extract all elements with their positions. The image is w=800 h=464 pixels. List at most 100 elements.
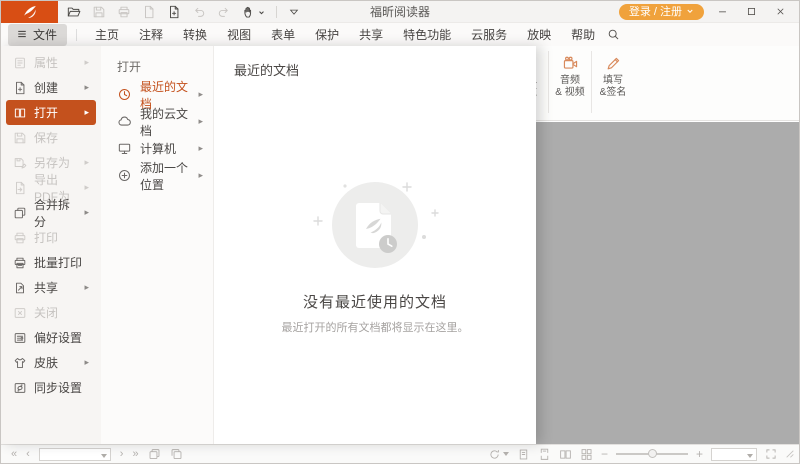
minimize-button[interactable] <box>711 3 733 21</box>
statusbar: « ‹ › » <box>1 444 799 463</box>
qat-divider <box>276 6 277 18</box>
file-menu-item-label: 共享 <box>34 279 58 296</box>
fullscreen-button[interactable] <box>765 448 777 460</box>
rotate-view-button[interactable] <box>488 448 509 461</box>
file-menu-item-label: 偏好设置 <box>34 329 82 346</box>
file-menu-item-batch-print[interactable]: 批量打印 <box>6 250 96 275</box>
menu-tab-8[interactable]: 特色功能 <box>393 23 461 46</box>
file-menu-overlay: 属性▸创建▸打开▸保存另存为▸导出PDF为▸合并拆分▸打印批量打印共享▸关闭偏好… <box>1 46 536 444</box>
hand-tool-button[interactable] <box>242 3 265 21</box>
menu-tab-2[interactable]: 注释 <box>129 23 173 46</box>
undo-button[interactable] <box>192 5 206 19</box>
open-panel-item-label: 添加一个位置 <box>140 159 190 193</box>
fullscreen-icon <box>765 448 777 460</box>
single-page-view-button[interactable] <box>517 448 530 461</box>
file-menu-item-preferences[interactable]: 偏好设置 <box>6 325 96 350</box>
open-panel-item-add-a-place[interactable]: 添加一个位置▸ <box>101 162 213 189</box>
maximize-button[interactable] <box>740 3 762 21</box>
close-button[interactable] <box>769 3 791 21</box>
minimize-icon <box>717 6 728 17</box>
audio-video-button[interactable]: 音频& 视频 <box>550 49 590 99</box>
menu-tab-7[interactable]: 共享 <box>349 23 393 46</box>
search-button[interactable] <box>607 28 620 41</box>
zoom-in-button[interactable]: + <box>696 448 703 460</box>
file-menu-item-label: 打开 <box>34 104 58 121</box>
page-number-combobox[interactable] <box>39 448 111 461</box>
empty-state: 没有最近使用的文档 最近打开的所有文档都将显示在这里。 <box>214 175 536 335</box>
computer-icon <box>117 141 132 156</box>
login-register-button[interactable]: 登录 / 注册 <box>619 4 704 20</box>
hamburger-icon <box>16 28 28 40</box>
menu-tab-3[interactable]: 转换 <box>173 23 217 46</box>
open-button[interactable] <box>67 5 81 19</box>
menubar-divider <box>76 29 77 41</box>
save-button[interactable] <box>92 5 106 19</box>
save-icon <box>13 131 27 145</box>
document-button[interactable] <box>142 5 156 19</box>
merge-split-icon <box>13 206 27 220</box>
file-menu-item-skin[interactable]: 皮肤▸ <box>6 350 96 375</box>
menu-tab-6[interactable]: 保护 <box>305 23 349 46</box>
submenu-arrow-icon: ▸ <box>198 170 203 181</box>
pencil-icon <box>605 55 622 72</box>
resize-grip[interactable] <box>785 449 795 459</box>
statusbar-page-nav: « ‹ › » <box>1 448 183 461</box>
continuous-view-button[interactable] <box>538 448 551 461</box>
previous-view-button[interactable] <box>148 448 161 461</box>
zoom-level-combobox[interactable] <box>711 448 757 461</box>
zoom-combobox-caret-icon[interactable] <box>747 454 753 458</box>
file-menu-item-share[interactable]: 共享▸ <box>6 275 96 300</box>
zoom-slider[interactable] <box>616 453 688 455</box>
zoom-slider-handle[interactable] <box>648 449 657 458</box>
last-page-button[interactable]: » <box>132 449 138 460</box>
page-number-input[interactable] <box>40 449 110 460</box>
next-page-button[interactable]: › <box>120 449 124 460</box>
print-button[interactable] <box>117 5 131 19</box>
printer-icon <box>117 5 131 19</box>
submenu-arrow-icon: ▸ <box>84 357 89 368</box>
empty-documents-illustration <box>300 175 450 287</box>
document-icon <box>142 5 156 19</box>
customize-quick-access-button[interactable] <box>288 6 300 18</box>
folder-open-icon <box>67 5 81 19</box>
zoom-out-button[interactable]: − <box>601 448 608 460</box>
open-panel-item-label: 计算机 <box>140 140 176 157</box>
open-panel-item-my-cloud-documents[interactable]: 我的云文档▸ <box>101 108 213 135</box>
audio-video-label: 音频& 视频 <box>555 75 584 99</box>
caret-down-icon <box>258 3 265 21</box>
page-combobox-caret-icon[interactable] <box>101 454 107 458</box>
menu-tab-5[interactable]: 表单 <box>261 23 305 46</box>
redo-button[interactable] <box>217 5 231 19</box>
save-icon <box>92 5 106 19</box>
create-page-button[interactable] <box>167 5 181 19</box>
fill-sign-button[interactable]: 填写&签名 <box>593 49 633 99</box>
menu-tab-4[interactable]: 视图 <box>217 23 261 46</box>
first-page-button[interactable]: « <box>11 449 17 460</box>
facing-view-button[interactable] <box>559 448 572 461</box>
menu-tab-9[interactable]: 云服务 <box>461 23 517 46</box>
menu-tab-11[interactable]: 帮助 <box>561 23 605 46</box>
next-view-icon <box>170 448 183 461</box>
menu-tab-10[interactable]: 放映 <box>517 23 561 46</box>
file-menu-item-label: 属性 <box>34 54 58 71</box>
sync-icon <box>13 381 27 395</box>
next-view-button[interactable] <box>170 448 183 461</box>
previous-page-button[interactable]: ‹ <box>26 449 30 460</box>
file-menu-item-sync-settings[interactable]: 同步设置 <box>6 375 96 400</box>
file-menu-item-open[interactable]: 打开▸ <box>6 100 96 125</box>
rotate-view-caret-icon <box>503 452 509 456</box>
properties-icon <box>13 56 27 70</box>
fox-icon <box>21 3 39 21</box>
file-menu-item-merge-split[interactable]: 合并拆分▸ <box>6 200 96 225</box>
menu-tabs: 主页注释转换视图表单保护共享特色功能云服务放映帮助 <box>85 23 605 46</box>
rotate-view-icon <box>488 448 501 461</box>
facing-pages-icon <box>559 448 572 461</box>
page-plus-icon <box>13 81 27 95</box>
quick-access-toolbar <box>67 3 300 21</box>
file-menu-button[interactable]: 文件 <box>8 24 67 46</box>
batch-print-icon <box>13 256 27 270</box>
continuous-facing-view-button[interactable] <box>580 448 593 461</box>
menu-tab-1[interactable]: 主页 <box>85 23 129 46</box>
file-menu-item-create[interactable]: 创建▸ <box>6 75 96 100</box>
file-menu-item-label: 同步设置 <box>34 379 82 396</box>
